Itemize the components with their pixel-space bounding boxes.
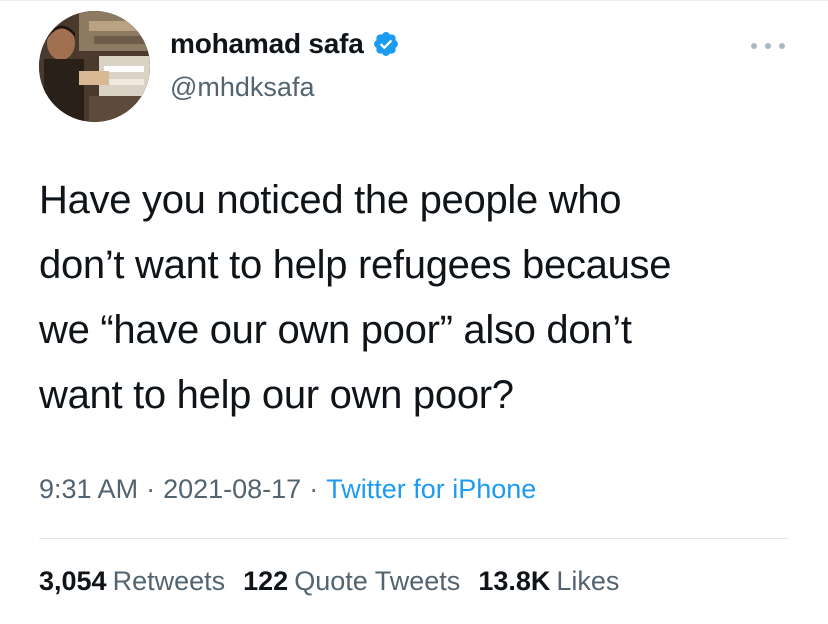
tweet-text-line: want to help our own poor?: [39, 373, 514, 417]
tweet-text-line: don’t want to help refugees because: [39, 243, 672, 287]
more-horizontal-icon: [751, 43, 757, 49]
tweet-time[interactable]: 9:31 AM: [39, 474, 138, 504]
retweets-count: 3,054: [39, 566, 107, 596]
tweet-stats: 3,054 Retweets 122 Quote Tweets 13.8K Likes: [39, 566, 637, 597]
meta-separator: ·: [309, 474, 319, 504]
quote-tweets-stat[interactable]: 122 Quote Tweets: [243, 566, 460, 597]
quote-tweets-label: Quote Tweets: [294, 566, 461, 596]
user-handle[interactable]: @mhdksafa: [170, 72, 314, 103]
more-options-button[interactable]: [751, 36, 785, 56]
quote-tweets-count: 122: [243, 566, 289, 596]
tweet-source-link[interactable]: Twitter for iPhone: [326, 474, 536, 504]
verified-badge-icon: [372, 30, 400, 58]
retweets-label: Retweets: [112, 566, 226, 596]
divider: [39, 538, 788, 539]
tweet-text-line: Have you noticed the people who: [39, 178, 622, 222]
display-name[interactable]: mohamad safa: [170, 28, 364, 60]
more-horizontal-icon: [779, 43, 785, 49]
more-horizontal-icon: [765, 43, 771, 49]
retweets-stat[interactable]: 3,054 Retweets: [39, 566, 225, 597]
tweet-text: Have you noticed the people who don’t wa…: [39, 168, 799, 428]
likes-stat[interactable]: 13.8K Likes: [478, 566, 619, 597]
avatar-photo: [39, 11, 150, 122]
tweet-date[interactable]: 2021-08-17: [163, 474, 301, 504]
tweet-text-line: we “have our own poor” also don’t: [39, 308, 632, 352]
likes-label: Likes: [556, 566, 620, 596]
tweet-metadata: 9:31 AM · 2021-08-17 · Twitter for iPhone: [39, 474, 536, 505]
avatar[interactable]: [39, 11, 150, 122]
meta-separator: ·: [146, 474, 156, 504]
likes-count: 13.8K: [478, 566, 551, 596]
user-name-row[interactable]: mohamad safa: [170, 28, 400, 60]
top-border: [0, 0, 828, 1]
